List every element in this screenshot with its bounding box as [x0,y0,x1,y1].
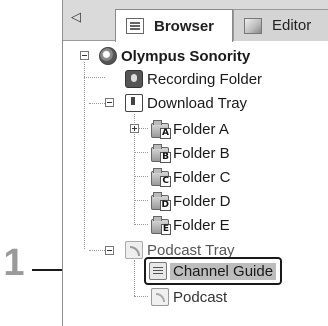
tree-item-podcast[interactable]: Podcast [151,286,227,308]
collapse-root-button[interactable] [80,51,89,60]
tab-browser-label: Browser [154,17,215,35]
tab-editor-label: Editor [272,17,312,34]
tree-item-label: Download Tray [147,94,248,112]
channel-guide-icon [149,262,167,280]
tree-item-label: Podcast Tray [147,241,235,259]
sonority-icon [99,47,117,65]
folder-icon: B [151,143,171,163]
tree-line [134,176,148,177]
tree-item-olympus-sonority[interactable]: Olympus Sonority [99,45,250,67]
tree-line [84,77,105,78]
folder-badge: E [160,223,171,235]
tree-line [134,152,148,153]
collapse-download-tray-button[interactable] [105,98,114,107]
tree-item-label: Folder E [173,216,230,234]
folder-tree: Olympus Sonority Recording Folder Downlo… [63,40,328,326]
tree-item-folder-b[interactable]: B Folder B [151,142,230,164]
folder-badge: C [160,175,171,187]
tree-item-label: Folder A [173,120,229,138]
tree-line [89,250,105,251]
folder-icon: A [151,119,171,139]
folder-badge: D [159,199,171,211]
callout-number: 1 [3,242,25,284]
folder-badge: A [160,127,171,139]
tree-item-label: Folder D [173,192,231,210]
tree-line [134,200,148,201]
tree-line [134,224,148,225]
tree-line [134,260,135,296]
browser-panel: ◁ Browser Editor Olympus Sonority Record… [62,0,328,326]
tree-line [89,103,105,104]
tree-item-folder-a[interactable]: A Folder A [151,118,229,140]
collapse-podcast-tray-button[interactable] [105,246,114,255]
tree-item-label: Olympus Sonority [121,47,251,65]
recording-folder-icon [125,70,143,88]
tree-item-label: Folder C [173,168,231,186]
tab-editor[interactable]: Editor [233,9,328,41]
podcast-icon [151,288,169,306]
browser-icon [126,18,144,34]
tree-item-folder-d[interactable]: D Folder D [151,190,231,212]
tree-line [134,296,148,297]
tree-item-download-tray[interactable]: Download Tray [125,92,247,114]
folder-badge: B [160,151,171,163]
tree-item-folder-e[interactable]: E Folder E [151,214,230,236]
folder-icon: E [151,215,171,235]
tree-item-folder-c[interactable]: C Folder C [151,166,231,188]
tree-item-label: Recording Folder [147,70,263,88]
tab-strip: ◁ Browser Editor [63,0,328,42]
tab-browser[interactable]: Browser [115,9,233,42]
download-tray-icon [125,94,143,112]
tree-item-label: Channel Guide [170,262,277,280]
podcast-tray-icon [125,241,143,259]
expand-folder-a-button[interactable] [130,124,139,133]
folder-icon: C [151,167,171,187]
tree-line [84,62,85,249]
scroll-left-icon[interactable]: ◁ [71,10,81,25]
tree-item-label: Podcast [173,288,228,306]
tree-item-recording-folder[interactable]: Recording Folder [125,68,262,90]
folder-icon: D [151,191,171,211]
tree-item-channel-guide[interactable]: Channel Guide [144,257,283,285]
editor-icon [244,17,262,34]
tree-item-label: Folder B [173,144,230,162]
